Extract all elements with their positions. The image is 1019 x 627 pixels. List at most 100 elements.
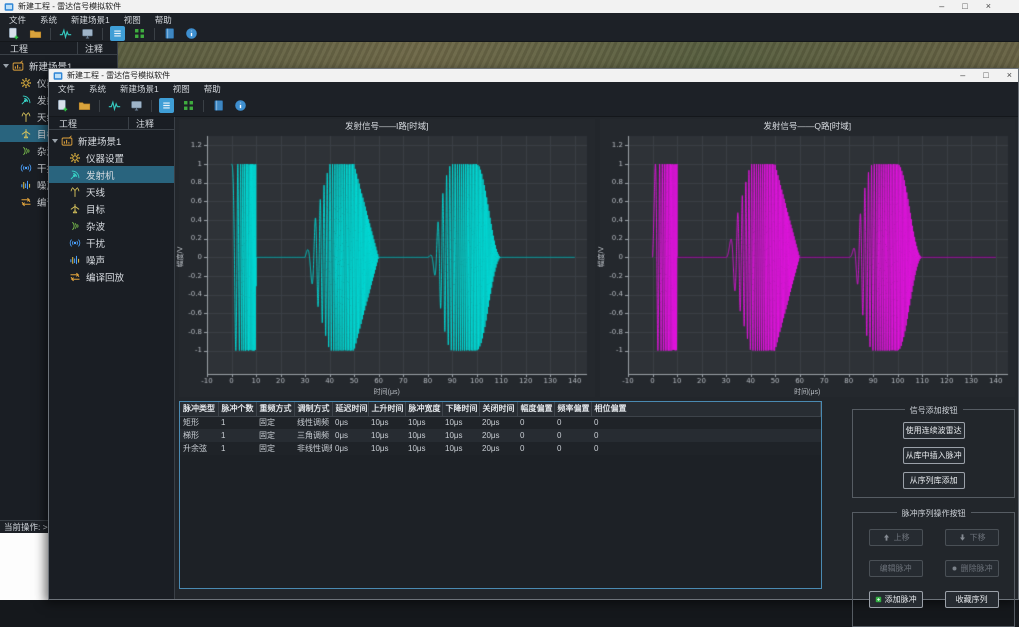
table-row[interactable]: 梯形1固定三角调频0μs10μs10μs10μs20μs000 bbox=[180, 429, 821, 442]
table-cell: 1 bbox=[218, 442, 256, 455]
table-header-cell[interactable]: 上升时间 bbox=[368, 402, 405, 416]
playback-icon bbox=[69, 271, 81, 283]
menu-item-0[interactable]: 文件 bbox=[58, 83, 75, 95]
table-header-cell[interactable]: 相位偏置 bbox=[591, 402, 821, 416]
bg-close-button[interactable]: × bbox=[986, 0, 991, 13]
table-cell: 非线性调频 bbox=[294, 442, 332, 455]
pulse-ops-group: 脉冲序列操作按钮 上移下移编辑脉冲删除脉冲添加脉冲收藏序列 bbox=[852, 512, 1015, 627]
fw-titlebar: 新建工程 - 雷达信号模拟软件 – □ × bbox=[49, 69, 1018, 82]
menu-item-4[interactable]: 帮助 bbox=[155, 14, 172, 26]
tree-item-scene[interactable]: 新建场景1 bbox=[49, 132, 174, 149]
toolbar-info-icon[interactable] bbox=[184, 26, 199, 41]
tree-item-jam[interactable]: 干扰 bbox=[49, 234, 174, 251]
menu-item-3[interactable]: 视图 bbox=[124, 14, 141, 26]
toolbar-open-folder-icon[interactable] bbox=[77, 98, 92, 113]
fw-minimize-button[interactable]: – bbox=[960, 69, 965, 82]
table-cell: 1 bbox=[218, 429, 256, 442]
noise-icon bbox=[20, 179, 32, 191]
expander-icon[interactable] bbox=[3, 64, 9, 68]
jam-icon bbox=[69, 237, 81, 249]
table-header-cell[interactable]: 脉冲类型 bbox=[180, 402, 218, 416]
tree-item-gear[interactable]: 仪器设置 bbox=[49, 149, 174, 166]
fw-close-button[interactable]: × bbox=[1007, 69, 1012, 82]
pulse-op-button-0[interactable]: 上移 bbox=[869, 529, 923, 546]
pulse-op-button-2[interactable]: 编辑脉冲 bbox=[869, 560, 923, 577]
chart-q-ylabel: 幅度/V bbox=[596, 247, 606, 268]
expander-icon[interactable] bbox=[52, 139, 58, 143]
pulse-op-button-1[interactable]: 下移 bbox=[945, 529, 999, 546]
table-cell: 0μs bbox=[332, 429, 368, 442]
table-cell: 10μs bbox=[405, 442, 442, 455]
table-cell: 1 bbox=[218, 416, 256, 429]
menu-item-1[interactable]: 系统 bbox=[40, 14, 57, 26]
toolbar-waveform-icon[interactable] bbox=[58, 26, 73, 41]
tree-item-antenna[interactable]: 天线 bbox=[49, 183, 174, 200]
bg-window-title: 新建工程 - 雷达信号模拟软件 bbox=[18, 1, 121, 12]
menu-item-2[interactable]: 新建场景1 bbox=[71, 14, 110, 26]
tree-item-playback[interactable]: 编译回放 bbox=[49, 268, 174, 285]
table-header-cell[interactable]: 脉冲宽度 bbox=[405, 402, 442, 416]
table-header-cell[interactable]: 下降时间 bbox=[442, 402, 479, 416]
button-label: 从序列库添加 bbox=[910, 475, 958, 486]
table-header-cell[interactable]: 延迟时间 bbox=[332, 402, 368, 416]
app-logo-icon bbox=[4, 2, 14, 12]
tree-item-noise[interactable]: 噪声 bbox=[49, 251, 174, 268]
clutter-icon bbox=[20, 145, 32, 157]
bg-tree-col-note: 注释 bbox=[78, 42, 117, 54]
down-arrow-icon bbox=[958, 533, 967, 542]
toolbar-monitor-icon[interactable] bbox=[129, 98, 144, 113]
bg-menubar: 文件 系统 新建场景1 视图 帮助 bbox=[0, 13, 1019, 26]
toolbar-notebook-icon[interactable] bbox=[211, 98, 226, 113]
fw-maximize-button[interactable]: □ bbox=[983, 69, 988, 82]
table-row[interactable]: 矩形1固定线性调频0μs10μs10μs10μs20μs000 bbox=[180, 416, 821, 429]
menu-item-3[interactable]: 视图 bbox=[173, 83, 190, 95]
toolbar-info-icon[interactable] bbox=[233, 98, 248, 113]
chart-i-canvas[interactable] bbox=[179, 132, 595, 387]
signal-add-button-2[interactable]: 从序列库添加 bbox=[903, 472, 965, 489]
tree-item-label: 噪声 bbox=[86, 253, 105, 267]
toolbar-list-view-icon[interactable] bbox=[110, 26, 125, 41]
button-label: 下移 bbox=[970, 532, 986, 543]
table-header-cell[interactable]: 关闭时间 bbox=[479, 402, 517, 416]
button-label: 上移 bbox=[894, 532, 910, 543]
chart-q-canvas[interactable] bbox=[600, 132, 1016, 387]
toolbar-separator bbox=[99, 100, 100, 112]
tree-item-transmitter[interactable]: 发射机 bbox=[49, 166, 174, 183]
toolbar-separator bbox=[151, 100, 152, 112]
tree-item-label: 杂波 bbox=[86, 219, 105, 233]
table-cell: 20μs bbox=[479, 442, 517, 455]
menu-item-0[interactable]: 文件 bbox=[9, 14, 26, 26]
table-header-cell[interactable]: 频率偏置 bbox=[554, 402, 591, 416]
menu-item-2[interactable]: 新建场景1 bbox=[120, 83, 159, 95]
table-header-cell[interactable]: 重频方式 bbox=[256, 402, 294, 416]
toolbar-grid-dots-icon[interactable] bbox=[181, 98, 196, 113]
bg-minimize-button[interactable]: – bbox=[939, 0, 944, 13]
signal-add-button-1[interactable]: 从库中插入脉冲 bbox=[903, 447, 965, 464]
table-row[interactable]: 升余弦1固定非线性调频0μs10μs10μs10μs20μs000 bbox=[180, 442, 821, 455]
toolbar-monitor-icon[interactable] bbox=[80, 26, 95, 41]
table-cell: 固定 bbox=[256, 429, 294, 442]
pulse-op-button-3[interactable]: 删除脉冲 bbox=[945, 560, 999, 577]
toolbar-grid-dots-icon[interactable] bbox=[132, 26, 147, 41]
tree-item-clutter[interactable]: 杂波 bbox=[49, 217, 174, 234]
menu-item-4[interactable]: 帮助 bbox=[204, 83, 221, 95]
signal-add-group-title: 信号添加按钮 bbox=[905, 405, 963, 416]
toolbar-waveform-icon[interactable] bbox=[107, 98, 122, 113]
bg-maximize-button[interactable]: □ bbox=[962, 0, 967, 13]
table-cell: 0μs bbox=[332, 416, 368, 429]
table-cell: 升余弦 bbox=[180, 442, 218, 455]
toolbar-new-file-icon[interactable] bbox=[55, 98, 70, 113]
signal-add-button-0[interactable]: 使用连续波雷达 bbox=[903, 422, 965, 439]
delete-dot-icon bbox=[951, 564, 958, 573]
tree-item-label: 天线 bbox=[86, 185, 105, 199]
table-header-cell[interactable]: 调制方式 bbox=[294, 402, 332, 416]
toolbar-notebook-icon[interactable] bbox=[162, 26, 177, 41]
menu-item-1[interactable]: 系统 bbox=[89, 83, 106, 95]
toolbar-new-file-icon[interactable] bbox=[6, 26, 21, 41]
tree-item-target[interactable]: 目标 bbox=[49, 200, 174, 217]
chart-panel-q: 发射信号——Q路[时域] 时间(μs) 幅度/V bbox=[600, 119, 1016, 397]
toolbar-list-view-icon[interactable] bbox=[159, 98, 174, 113]
table-header-cell[interactable]: 幅度偏置 bbox=[517, 402, 554, 416]
toolbar-open-folder-icon[interactable] bbox=[28, 26, 43, 41]
table-header-cell[interactable]: 脉冲个数 bbox=[218, 402, 256, 416]
